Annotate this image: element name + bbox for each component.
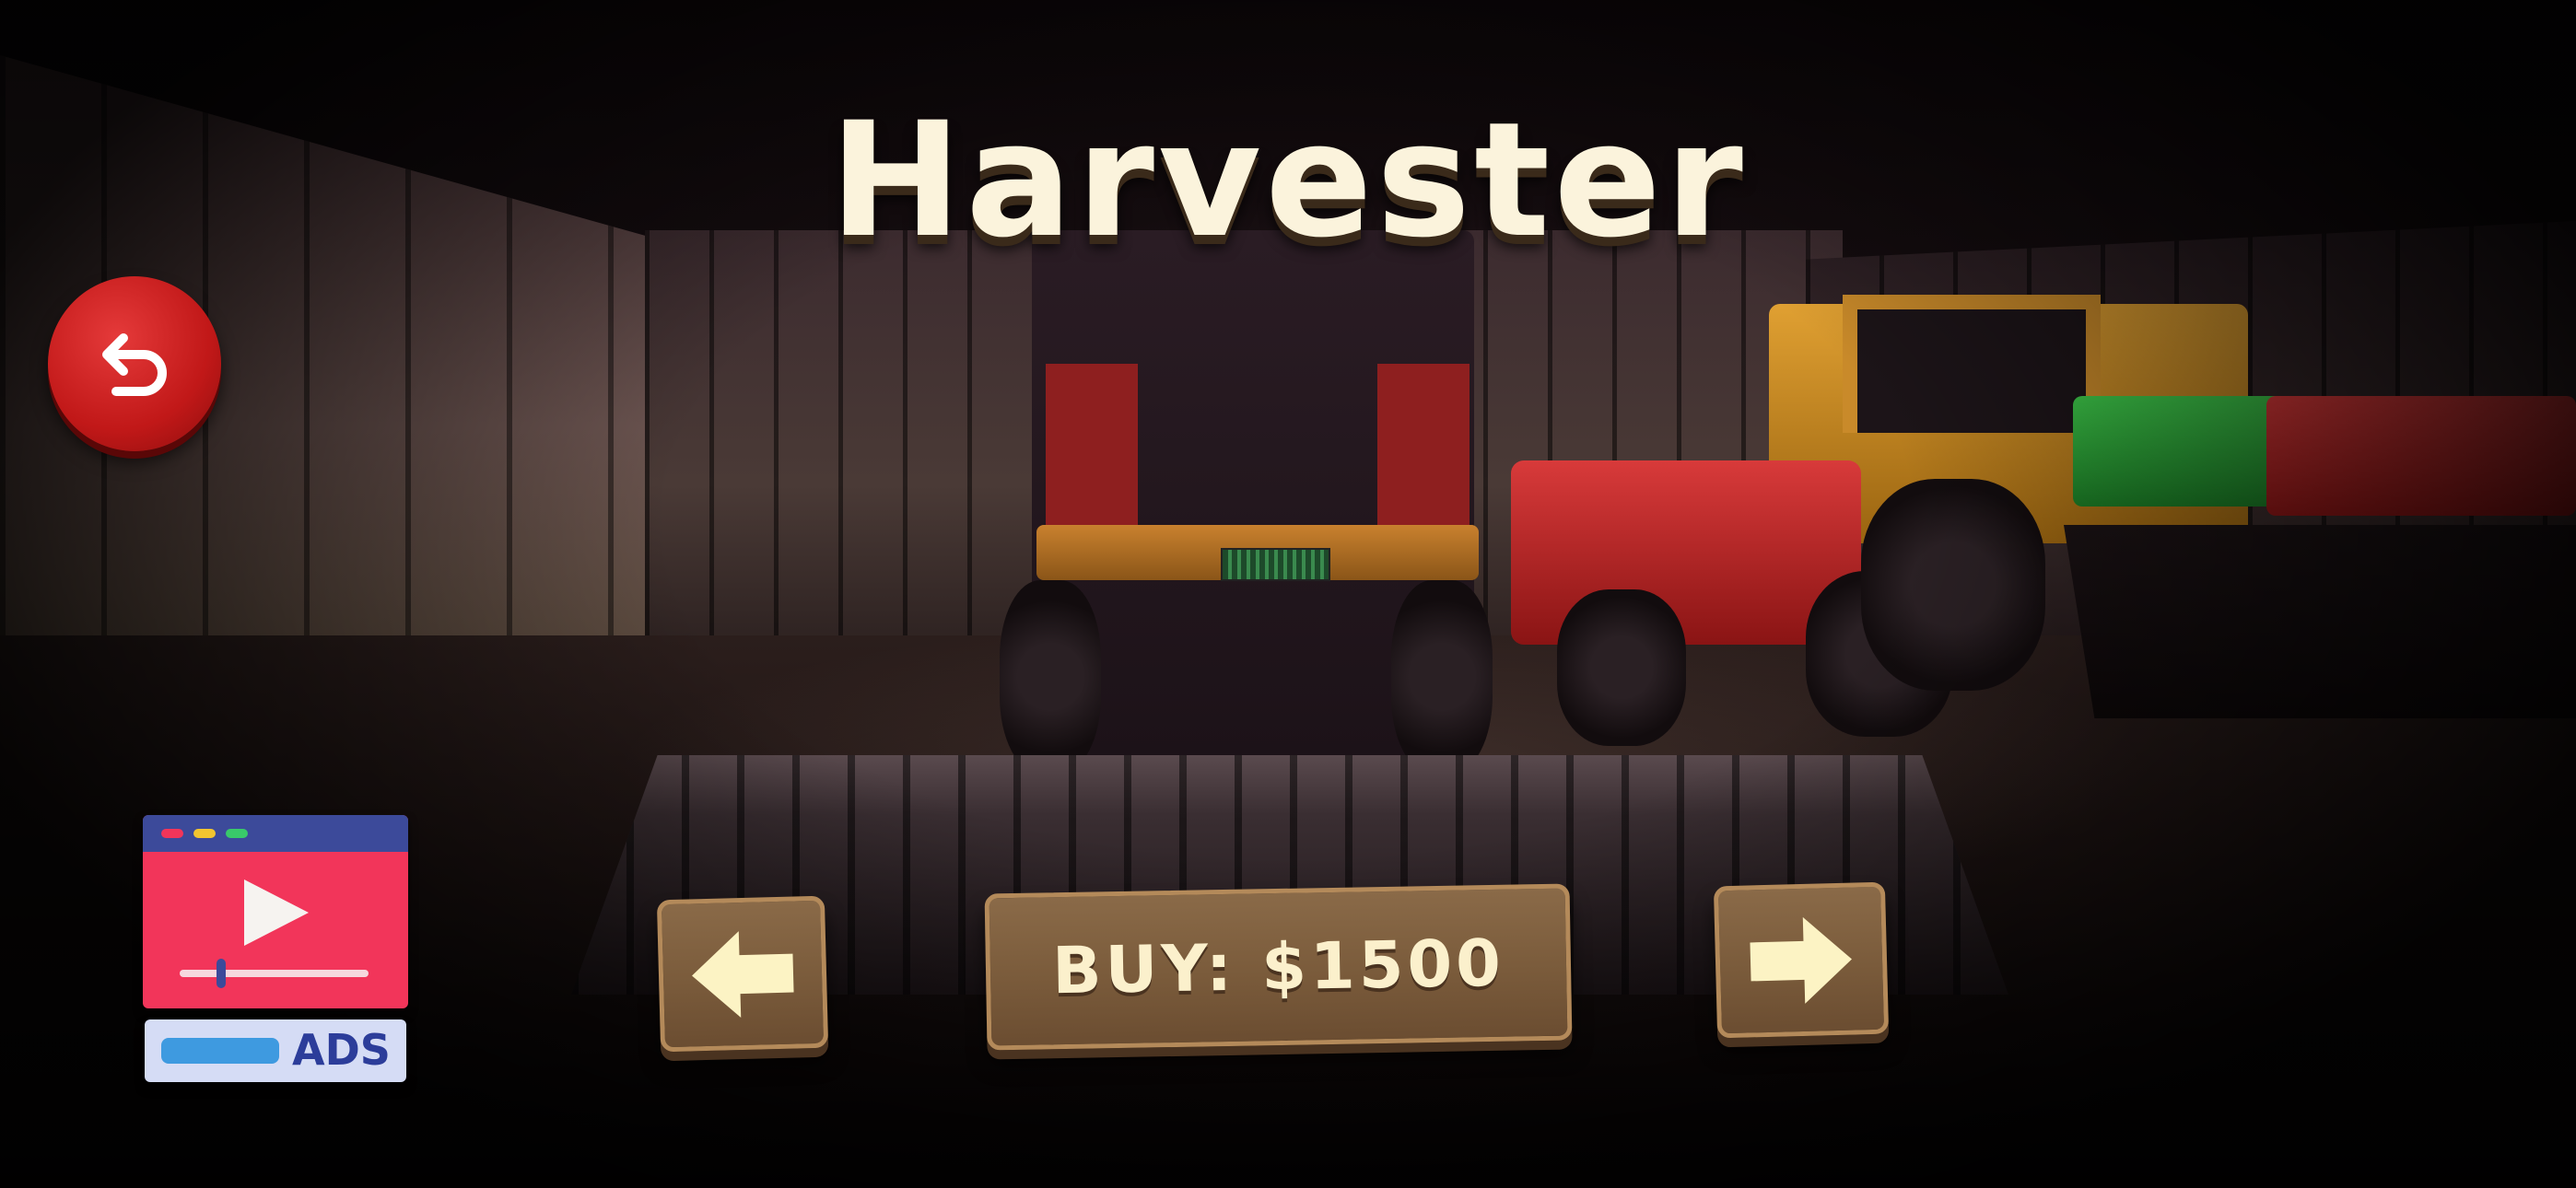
play-triangle-icon (244, 879, 309, 946)
window-dot-yellow (193, 829, 216, 838)
loader-wheel (1861, 479, 2045, 691)
window-dot-green (226, 829, 248, 838)
loader-bucket (2064, 525, 2576, 718)
back-button[interactable] (48, 276, 221, 451)
buy-button[interactable]: BUY: $1500 (984, 883, 1573, 1051)
red-tractor-vehicle-back (2266, 396, 2576, 516)
window-title-bar (143, 815, 408, 852)
right-arrow-icon (1750, 916, 1852, 1004)
video-play-icon (143, 815, 408, 1008)
window-dot-red (161, 829, 183, 838)
previous-vehicle-button[interactable] (656, 895, 829, 1053)
video-progress-knob (217, 959, 226, 988)
harvester-wheel (1000, 580, 1101, 774)
ads-label: ADS (292, 1025, 391, 1075)
game-screen: Harvester ADS BUY: $1500 (0, 0, 2576, 1188)
next-vehicle-button[interactable] (1713, 881, 1890, 1039)
ads-label-box: ADS (145, 1019, 406, 1082)
vehicle-title: Harvester (829, 87, 1747, 273)
harvester-grille (1221, 548, 1330, 581)
undo-arrow-icon (102, 333, 167, 396)
loader-cab (1843, 295, 2101, 433)
tractor-wheel (1557, 589, 1686, 746)
video-progress-track (180, 970, 369, 977)
buy-button-label: BUY: $1500 (1051, 925, 1505, 1009)
ads-label-bar (161, 1038, 279, 1064)
harvester-panel-left (1046, 364, 1138, 530)
left-arrow-icon (692, 930, 794, 1018)
watch-ads-button[interactable]: ADS (143, 815, 410, 1087)
harvester-panel-right (1377, 364, 1469, 530)
harvester-wheel (1391, 580, 1493, 774)
